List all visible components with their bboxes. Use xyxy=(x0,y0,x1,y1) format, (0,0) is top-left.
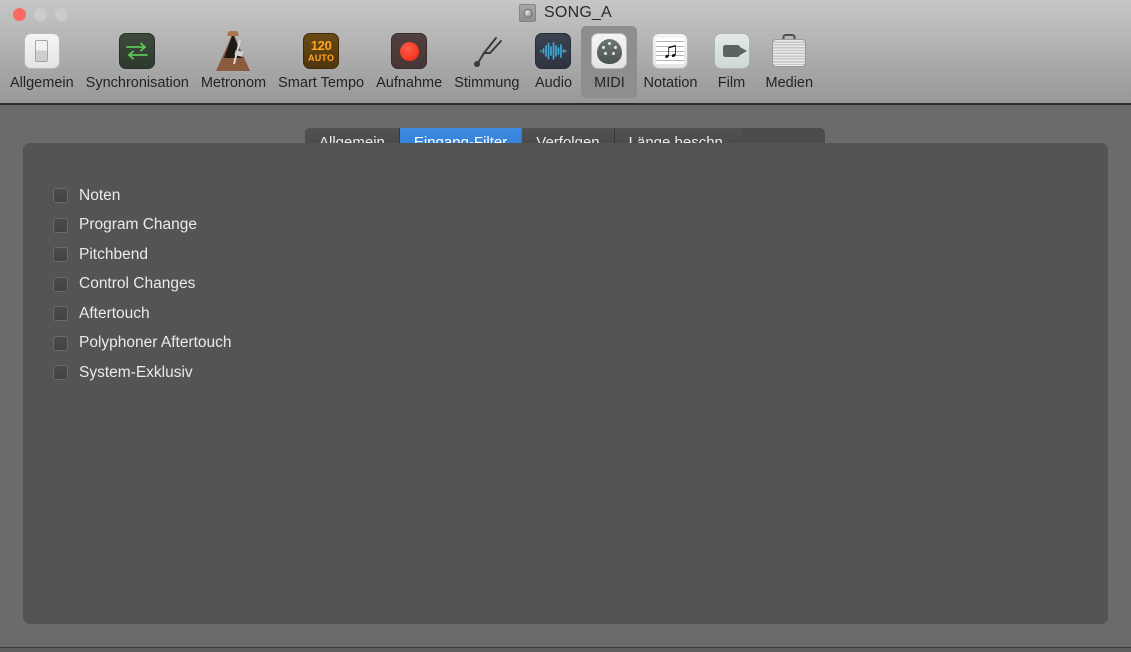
midi-din-connector-icon xyxy=(587,29,631,73)
toolbar-item-stimmung[interactable]: Stimmung xyxy=(448,26,525,98)
checkbox-noten[interactable] xyxy=(53,188,68,204)
toolbar-label-allgemein: Allgemein xyxy=(10,75,74,91)
toolbar-item-midi[interactable]: MIDI xyxy=(581,26,638,98)
window-titlebar-toolbar: SONG_A Allgemein Synchronisation Metrono… xyxy=(0,0,1131,105)
checkbox-control-changes[interactable] xyxy=(53,276,68,292)
checkbox-label-polyphoner-aftertouch: Polyphoner Aftertouch xyxy=(79,334,232,352)
minimize-button[interactable] xyxy=(34,8,47,21)
toolbar-label-audio: Audio xyxy=(534,75,573,91)
checkbox-label-system-exklusiv: System-Exklusiv xyxy=(79,363,193,381)
preferences-toolbar: Allgemein Synchronisation Metronom 120 A… xyxy=(0,26,1131,103)
checkbox-system-exklusiv[interactable] xyxy=(53,365,68,381)
toolbar-label-stimmung: Stimmung xyxy=(454,75,520,91)
toolbar-item-smart-tempo[interactable]: 120 AUTO Smart Tempo xyxy=(272,26,370,98)
checkbox-label-control-changes: Control Changes xyxy=(79,275,196,293)
checkbox-program-change[interactable] xyxy=(53,217,68,233)
toolbar-item-allgemein[interactable]: Allgemein xyxy=(4,26,80,98)
toolbar-item-metronom[interactable]: Metronom xyxy=(195,26,272,98)
checkbox-row-polyphoner-aftertouch[interactable]: Polyphoner Aftertouch xyxy=(53,329,232,359)
briefcase-icon xyxy=(767,29,811,73)
toolbar-label-synchronisation: Synchronisation xyxy=(85,75,189,91)
checkbox-row-system-exklusiv[interactable]: System-Exklusiv xyxy=(53,358,232,388)
toolbar-item-film[interactable]: Film xyxy=(704,26,760,98)
checkbox-label-noten: Noten xyxy=(79,186,121,204)
checkbox-polyphoner-aftertouch[interactable] xyxy=(53,335,68,351)
input-filter-checkbox-list: Noten Program Change Pitchbend Control C… xyxy=(53,181,232,388)
metronome-icon xyxy=(211,29,255,73)
sync-arrows-icon xyxy=(115,29,159,73)
toolbar-label-notation: Notation xyxy=(643,75,698,91)
toolbar-label-medien: Medien xyxy=(765,75,814,91)
toolbar-label-aufnahme: Aufnahme xyxy=(376,75,443,91)
window-bottom-edge xyxy=(0,647,1131,652)
light-switch-icon xyxy=(20,29,64,73)
checkbox-row-control-changes[interactable]: Control Changes xyxy=(53,270,232,300)
preferences-window: SONG_A Allgemein Synchronisation Metrono… xyxy=(0,0,1131,652)
toolbar-item-audio[interactable]: Audio xyxy=(525,26,581,98)
window-controls xyxy=(13,8,68,21)
waveform-icon xyxy=(531,29,575,73)
music-staff-note-icon: ♫ xyxy=(648,29,692,73)
record-dot-icon xyxy=(387,29,431,73)
checkbox-row-noten[interactable]: Noten xyxy=(53,181,232,211)
checkbox-pitchbend[interactable] xyxy=(53,247,68,263)
checkbox-row-aftertouch[interactable]: Aftertouch xyxy=(53,299,232,329)
close-button[interactable] xyxy=(13,8,26,21)
checkbox-row-program-change[interactable]: Program Change xyxy=(53,211,232,241)
tempo-badge-number: 120 xyxy=(310,38,332,53)
checkbox-row-pitchbend[interactable]: Pitchbend xyxy=(53,240,232,270)
tempo-badge-icon: 120 AUTO xyxy=(299,29,343,73)
toolbar-label-metronom: Metronom xyxy=(200,75,267,91)
window-title: SONG_A xyxy=(544,4,612,21)
toolbar-item-medien[interactable]: Medien xyxy=(760,26,820,98)
video-camera-icon xyxy=(710,29,754,73)
toolbar-label-smart-tempo: Smart Tempo xyxy=(278,75,365,91)
checkbox-aftertouch[interactable] xyxy=(53,306,68,322)
checkbox-label-program-change: Program Change xyxy=(79,216,198,234)
logic-project-icon xyxy=(519,4,537,22)
settings-panel: Noten Program Change Pitchbend Control C… xyxy=(23,143,1108,624)
zoom-button[interactable] xyxy=(55,8,68,21)
toolbar-item-aufnahme[interactable]: Aufnahme xyxy=(370,26,448,98)
toolbar-item-notation[interactable]: ♫ Notation xyxy=(637,26,703,98)
tuning-fork-icon xyxy=(465,29,509,73)
toolbar-label-film: Film xyxy=(717,75,746,91)
tempo-badge-mode: AUTO xyxy=(308,53,335,63)
toolbar-label-midi: MIDI xyxy=(594,75,625,91)
checkbox-label-pitchbend: Pitchbend xyxy=(79,245,148,263)
toolbar-item-synchronisation[interactable]: Synchronisation xyxy=(80,26,195,98)
window-title-area: SONG_A xyxy=(0,4,1131,22)
checkbox-label-aftertouch: Aftertouch xyxy=(79,304,150,322)
